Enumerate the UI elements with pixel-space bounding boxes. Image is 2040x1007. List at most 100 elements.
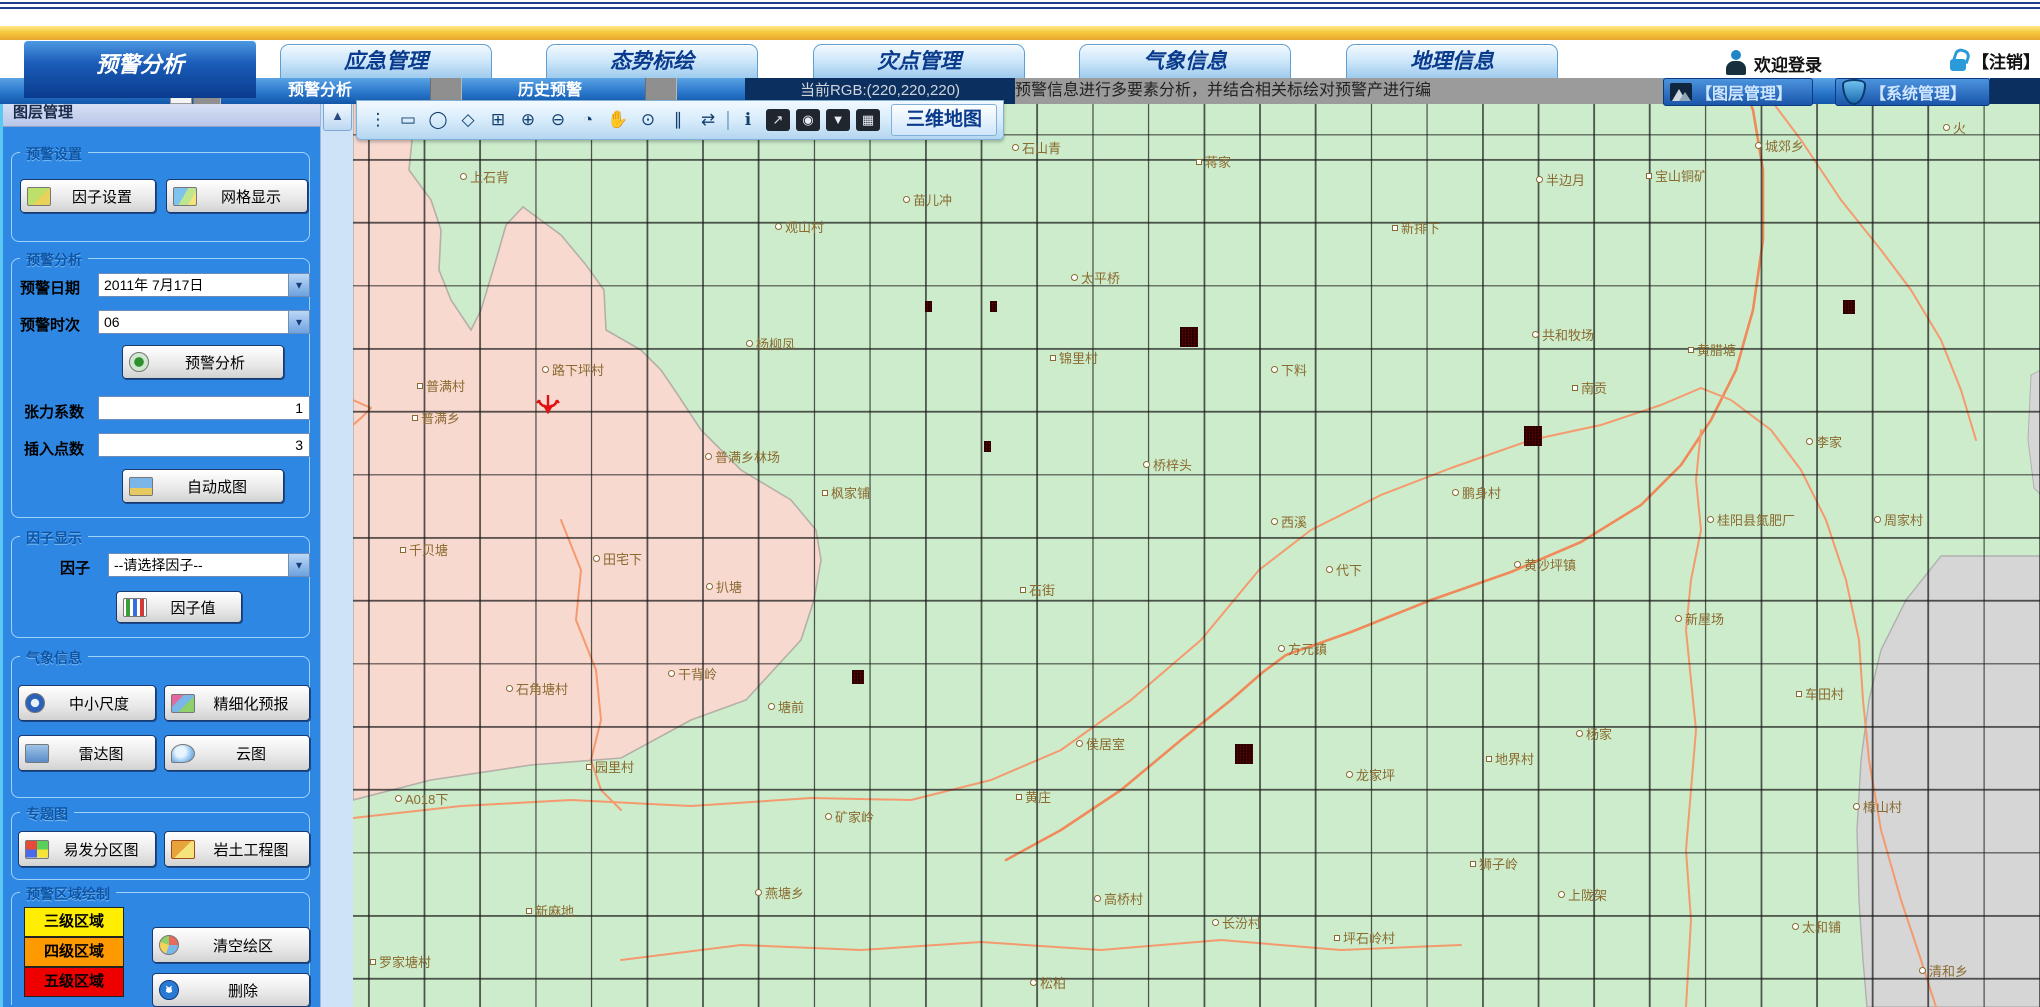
geotech-map-label: 岩土工程图 xyxy=(199,839,303,860)
panel-scrollbar[interactable]: ▲ xyxy=(320,100,353,1007)
zones-map-icon xyxy=(25,840,49,859)
radar-chart-button[interactable]: 雷达图 xyxy=(18,735,156,771)
cloud-icon xyxy=(171,744,195,763)
insert-points-input[interactable] xyxy=(98,433,310,457)
clear-draw-label: 清空绘区 xyxy=(183,935,303,956)
snapshot-icon[interactable]: ◉ xyxy=(796,109,820,131)
warn-date-value: 2011年 7月17日 xyxy=(99,275,288,295)
susceptibility-map-label: 易发分区图 xyxy=(53,839,149,860)
tension-input[interactable] xyxy=(98,396,310,420)
level4-region-swatch[interactable]: 四级区域 xyxy=(24,937,124,967)
layer-manager-panel: 图层管理 预警设置 因子设置 网格显示 预警分析 预警日期 2011年 7月17… xyxy=(0,100,320,1007)
layer-manage-label: 【图层管理】 xyxy=(1696,80,1792,104)
tab-4[interactable]: 灾点管理 xyxy=(813,44,1025,79)
map-canvas[interactable] xyxy=(352,100,2040,1007)
full-extent-icon[interactable]: ◔ xyxy=(575,107,601,133)
shield-icon xyxy=(1842,79,1866,105)
group-weather-info: 气象信息 中小尺度 精细化预报 雷达图 云图 xyxy=(11,656,310,798)
scroll-up-arrow[interactable]: ▲ xyxy=(323,102,352,131)
group-warn-analysis: 预警分析 预警日期 2011年 7月17日 ▾ 预警时次 06 ▾ 预警分析 张… xyxy=(11,258,310,518)
delete-label: 删除 xyxy=(183,980,303,1001)
map-3d-button[interactable]: 三维地图 xyxy=(891,104,997,136)
tab-2[interactable]: 应急管理 xyxy=(280,44,492,79)
pause-icon[interactable]: ∥ xyxy=(665,107,691,133)
warn-time-value: 06 xyxy=(99,314,288,330)
factor-settings-label: 因子设置 xyxy=(55,186,149,207)
level5-region-swatch[interactable]: 五级区域 xyxy=(24,967,124,997)
drag-handle[interactable]: ⋮ xyxy=(365,107,391,133)
measure-icon[interactable]: ▭ xyxy=(395,107,421,133)
factor-select[interactable]: --请选择因子-- ▾ xyxy=(108,553,310,577)
welcome-text: 欢迎登录 xyxy=(1754,51,1822,76)
print-icon[interactable]: ▦ xyxy=(856,109,880,131)
factor-value-button[interactable]: 因子值 xyxy=(116,591,242,623)
level3-region-swatch[interactable]: 三级区域 xyxy=(24,907,124,937)
factor-select-value: --请选择因子-- xyxy=(109,555,288,575)
factor-settings-icon xyxy=(27,187,51,206)
export-icon[interactable]: ↗ xyxy=(766,109,790,131)
warn-time-label: 预警时次 xyxy=(20,314,80,335)
factor-settings-button[interactable]: 因子设置 xyxy=(20,179,156,213)
auto-plot-button[interactable]: 自动成图 xyxy=(122,469,284,503)
group-legend: 气象信息 xyxy=(20,648,88,668)
fine-forecast-icon xyxy=(171,694,195,713)
tab-5[interactable]: 气象信息 xyxy=(1079,44,1291,79)
system-manage-button[interactable]: 【系统管理】 xyxy=(1835,78,1990,106)
auto-plot-icon xyxy=(129,477,153,496)
pan-icon[interactable]: ✋ xyxy=(605,107,631,133)
tab-1[interactable]: 预警分析 xyxy=(24,40,256,98)
map-toolbar: ⋮▭◯◇⊞⊕⊖◔✋⊙∥⇄|ℹ↗ ◉ ▼ ▦ 三维地图 xyxy=(356,100,1004,140)
chevron-down-icon[interactable]: ▾ xyxy=(288,274,309,296)
group-legend: 因子显示 xyxy=(20,528,88,548)
map-grid-overlay xyxy=(353,100,2040,1007)
zoom-out-icon[interactable]: ⊖ xyxy=(545,107,571,133)
main-tab-bar: 预警分析应急管理态势标绘灾点管理气象信息地理信息 欢迎登录 【注销】 xyxy=(0,40,2040,78)
window-top-strip xyxy=(0,0,2040,26)
tab-3[interactable]: 态势标绘 xyxy=(546,44,758,79)
grid-display-icon xyxy=(173,187,197,206)
sub-nav-bar: 预警发布 计 预警分析 历史预警 当前RGB:(220,220,220) 预警信… xyxy=(0,78,2040,104)
clear-draw-icon xyxy=(159,935,179,955)
logout-link[interactable]: 【注销】 xyxy=(1972,48,2040,73)
group-thematic-maps: 专题图 易发分区图 岩土工程图 xyxy=(11,812,310,880)
delete-button[interactable]: ✕ 删除 xyxy=(152,973,310,1007)
separator: | xyxy=(725,107,731,133)
save-icon[interactable]: ▼ xyxy=(826,109,850,131)
lock-icon xyxy=(1950,51,1966,71)
grid-icon[interactable]: ⊞ xyxy=(485,107,511,133)
compass-icon xyxy=(25,693,45,713)
polygon-draw-icon[interactable]: ◇ xyxy=(455,107,481,133)
factor-label: 因子 xyxy=(60,557,90,578)
zoom-in-icon[interactable]: ⊕ xyxy=(515,107,541,133)
cloud-chart-button[interactable]: 云图 xyxy=(164,735,310,771)
group-warn-region-draw: 预警区域绘制 三级区域 四级区域 五级区域 清空绘区 ✕ 删除 xyxy=(11,892,310,1005)
chevron-down-icon[interactable]: ▾ xyxy=(288,554,309,576)
radar-chart-label: 雷达图 xyxy=(53,743,149,764)
layer-manage-button[interactable]: 【图层管理】 xyxy=(1663,78,1813,106)
radar-icon xyxy=(25,744,49,763)
info-icon[interactable]: ℹ xyxy=(735,107,761,133)
delete-icon: ✕ xyxy=(159,980,179,1000)
group-legend: 预警区域绘制 xyxy=(20,884,116,904)
grid-display-label: 网格显示 xyxy=(201,186,301,207)
insert-points-label: 插入点数 xyxy=(24,438,84,459)
pinstripe xyxy=(0,7,2040,9)
susceptibility-map-button[interactable]: 易发分区图 xyxy=(18,831,156,867)
circle-draw-icon[interactable]: ◯ xyxy=(425,107,451,133)
zoom-select-icon[interactable]: ⊙ xyxy=(635,107,661,133)
system-manage-label: 【系统管理】 xyxy=(1870,80,1966,104)
refresh-icon[interactable]: ⇄ xyxy=(695,107,721,133)
geotech-map-button[interactable]: 岩土工程图 xyxy=(164,831,310,867)
geotech-map-icon xyxy=(171,840,195,859)
warn-date-select[interactable]: 2011年 7月17日 ▾ xyxy=(98,273,310,297)
fine-forecast-button[interactable]: 精细化预报 xyxy=(164,685,310,721)
warn-analyze-button[interactable]: 预警分析 xyxy=(122,345,284,379)
clear-draw-button[interactable]: 清空绘区 xyxy=(152,927,310,963)
warn-time-select[interactable]: 06 ▾ xyxy=(98,310,310,334)
auto-plot-label: 自动成图 xyxy=(157,476,277,497)
factor-value-label: 因子值 xyxy=(151,597,235,618)
tab-6[interactable]: 地理信息 xyxy=(1346,44,1558,79)
grid-display-button[interactable]: 网格显示 xyxy=(166,179,308,213)
chevron-down-icon[interactable]: ▾ xyxy=(288,311,309,333)
mesoscale-button[interactable]: 中小尺度 xyxy=(18,685,156,721)
